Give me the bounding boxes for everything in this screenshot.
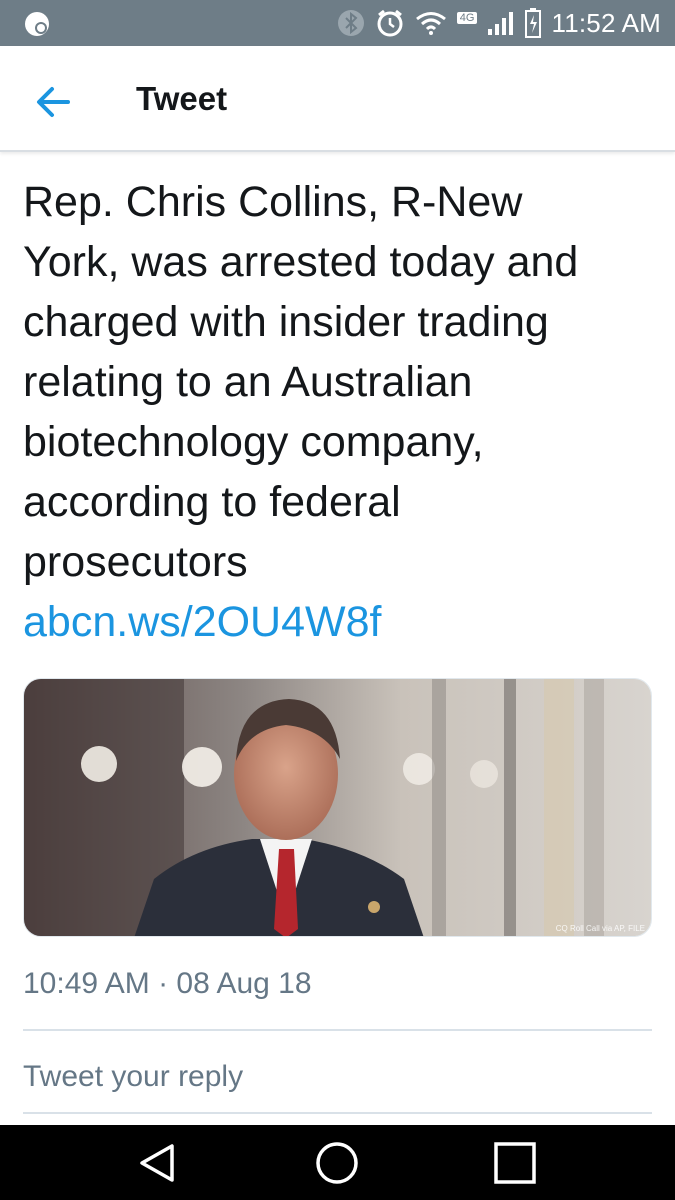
- tweet-text-line: York, was arrested today and: [23, 238, 579, 286]
- nav-back-button[interactable]: [124, 1137, 194, 1189]
- tweet-text: Rep. Chris Collins, R-New York, was arre…: [23, 172, 653, 652]
- tweet-text-line: according to federal: [23, 478, 401, 526]
- back-button[interactable]: [30, 82, 78, 122]
- status-bar: 4G 11:52 AM: [0, 0, 675, 46]
- reply-input[interactable]: [23, 1044, 652, 1110]
- page-title: Tweet: [136, 80, 228, 117]
- tweet-timestamp: 10:49 AM · 08 Aug 18: [23, 967, 312, 1000]
- tweet-text-line: relating to an Australian: [23, 358, 473, 406]
- arrow-left-icon: [37, 87, 70, 117]
- tweet-photo[interactable]: CQ Roll Call via AP, FILE: [23, 678, 652, 937]
- notification-app-icon: [25, 12, 49, 36]
- bluetooth-icon: [337, 10, 364, 36]
- nav-home-button[interactable]: [302, 1137, 372, 1189]
- back-triangle-icon: [140, 1144, 174, 1182]
- wifi-icon: [415, 12, 446, 35]
- signal-icon: [488, 12, 514, 35]
- tweet-link[interactable]: abcn.ws/2OU4W8f: [23, 592, 653, 652]
- photo-credit: CQ Roll Call via AP, FILE: [555, 924, 645, 933]
- divider: [23, 1029, 652, 1031]
- tweet-text-line: charged with insider trading: [23, 298, 549, 346]
- status-icons: 4G 11:52 AM: [337, 0, 661, 46]
- nav-recents-button[interactable]: [480, 1137, 550, 1189]
- network-type-label: 4G: [456, 12, 478, 24]
- app-header: Tweet: [0, 46, 675, 152]
- battery-icon: [525, 8, 542, 38]
- home-circle-icon: [316, 1142, 358, 1184]
- divider: [23, 1112, 652, 1114]
- recents-square-icon: [494, 1142, 536, 1184]
- android-nav-bar: [0, 1125, 675, 1200]
- status-time: 11:52 AM: [551, 7, 661, 38]
- tweet-text-line: biotechnology company,: [23, 418, 484, 466]
- tweet-text-line: Rep. Chris Collins, R-New: [23, 178, 523, 226]
- alarm-icon: [377, 9, 403, 37]
- photo-image: [24, 679, 651, 936]
- tweet-text-line: prosecutors: [23, 538, 248, 586]
